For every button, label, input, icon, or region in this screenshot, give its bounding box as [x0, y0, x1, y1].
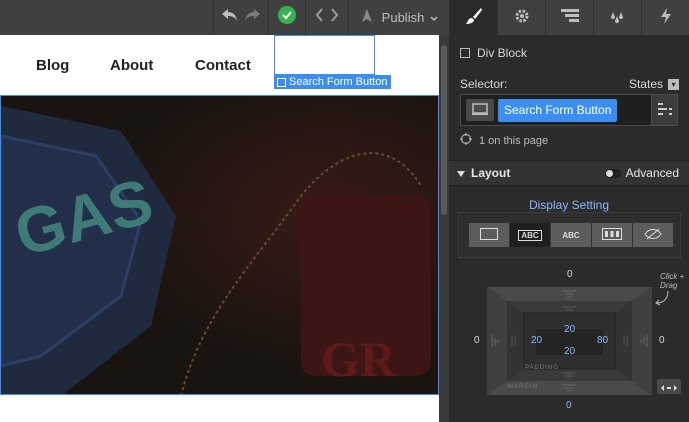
- drops-icon: [609, 9, 627, 26]
- tab-style-manager[interactable]: [593, 0, 641, 35]
- display-buttons: ABC ABC: [469, 223, 674, 247]
- nav-link-blog[interactable]: Blog: [36, 57, 69, 74]
- inline-icon: ABC: [562, 230, 580, 240]
- style-panel: Div Block Selector: States ▾ Search Form…: [449, 0, 689, 422]
- undo-redo-group: [213, 0, 268, 35]
- nav-link-contact[interactable]: Contact: [195, 57, 251, 74]
- dropdown-arrow-icon: ▾: [668, 78, 679, 90]
- design-canvas[interactable]: Blog About Contact Search Form Button GA…: [0, 35, 439, 422]
- padding-bottom-value[interactable]: 20: [564, 346, 575, 357]
- hero-background-image: GAS GR: [1, 96, 438, 394]
- on-page-count[interactable]: 1 on this page: [460, 133, 548, 148]
- layers-icon: [560, 9, 579, 26]
- code-brackets-icon: [315, 8, 339, 27]
- site-navbar: Blog About Contact Search Form Button: [0, 35, 439, 95]
- code-view-button[interactable]: [305, 0, 348, 35]
- margin-left-handle: [487, 287, 507, 395]
- advanced-label: Advanced: [625, 166, 679, 180]
- element-type-label: Div Block: [477, 46, 528, 60]
- padding-top-value[interactable]: 20: [564, 324, 575, 335]
- display-inline-block-button[interactable]: ABC: [510, 223, 551, 247]
- on-page-label: 1 on this page: [479, 134, 549, 147]
- tab-style[interactable]: [449, 0, 497, 35]
- scrollbar-thumb[interactable]: [441, 45, 447, 215]
- undo-icon[interactable]: [221, 8, 239, 27]
- panel-tabs: [449, 0, 689, 35]
- margin-top-value[interactable]: 0: [567, 269, 573, 280]
- caret-down-icon: [457, 166, 465, 180]
- publish-label: Publish: [381, 10, 425, 25]
- brush-icon: [465, 7, 483, 28]
- laptop-icon: [472, 102, 488, 118]
- flex-icon: [602, 228, 622, 242]
- padding-label: PADDING: [525, 365, 559, 371]
- check-circle-icon: [278, 6, 296, 29]
- display-none-button[interactable]: [633, 223, 674, 247]
- save-status[interactable]: [268, 0, 305, 35]
- click-drag-hint: Click + Drag: [660, 272, 685, 290]
- display-setting-text: Display Setting: [528, 198, 610, 213]
- display-block-button[interactable]: [469, 223, 510, 247]
- device-toggle-button[interactable]: [466, 99, 494, 121]
- redo-icon[interactable]: [243, 8, 261, 27]
- selector-label: Selector:: [460, 77, 508, 91]
- box-model-diagram: [487, 287, 652, 395]
- tab-navigator[interactable]: [545, 0, 593, 35]
- chevron-down-icon: [430, 10, 438, 25]
- layout-section-header[interactable]: Layout Advanced: [449, 160, 689, 186]
- expand-arrows-icon: [661, 380, 677, 394]
- nav-link-about[interactable]: About: [110, 57, 153, 74]
- list-menu-icon: [657, 102, 672, 118]
- selected-element-outline[interactable]: [274, 35, 375, 75]
- curved-arrow-icon: [654, 290, 670, 309]
- inline-block-icon: ABC: [518, 229, 542, 241]
- padding-right-value[interactable]: 80: [597, 335, 608, 346]
- target-icon: [460, 133, 472, 148]
- svg-text:GR: GR: [321, 331, 397, 387]
- selector-chip[interactable]: Search Form Button: [498, 99, 618, 122]
- rocket-icon: [360, 9, 374, 26]
- div-block-icon: [277, 77, 286, 87]
- gear-icon: [514, 8, 530, 27]
- margin-label: MARGIN: [508, 384, 538, 390]
- display-inline-button[interactable]: ABC: [551, 223, 592, 247]
- hero-image-section[interactable]: GAS GR: [0, 95, 439, 395]
- states-dropdown[interactable]: States ▾: [629, 77, 679, 91]
- div-block-icon: [460, 48, 470, 58]
- margin-bottom-value[interactable]: 0: [566, 400, 572, 411]
- tab-interactions[interactable]: [641, 0, 689, 35]
- selector-menu-button[interactable]: [651, 95, 677, 125]
- top-toolbar: Publish: [0, 0, 449, 35]
- designer-app: Publish Blog About Contact Search Form B…: [0, 0, 689, 422]
- eye-slash-icon: [644, 228, 662, 242]
- selected-element-tag: Search Form Button: [274, 75, 392, 89]
- element-type-row: Div Block: [460, 46, 527, 60]
- display-setting-label[interactable]: Display Setting: [449, 198, 689, 213]
- layout-title: Layout: [457, 166, 510, 180]
- advanced-toggle[interactable]: Advanced: [604, 166, 679, 180]
- canvas-scrollbar[interactable]: [439, 35, 449, 422]
- margin-left-value[interactable]: 0: [474, 335, 480, 346]
- layout-title-label: Layout: [471, 166, 511, 180]
- block-icon: [480, 228, 498, 242]
- states-label: States: [628, 77, 663, 91]
- display-flex-button[interactable]: [592, 223, 633, 247]
- selected-element-label: Search Form Button: [289, 76, 388, 88]
- margin-right-handle: [632, 287, 652, 395]
- expand-spacing-button[interactable]: [657, 379, 681, 394]
- padding-left-value[interactable]: 20: [531, 335, 542, 346]
- margin-right-value[interactable]: 0: [659, 335, 665, 346]
- selector-field[interactable]: Search Form Button: [460, 94, 678, 126]
- tab-settings[interactable]: [497, 0, 545, 35]
- lightning-icon: [660, 8, 672, 27]
- publish-button[interactable]: Publish: [348, 0, 449, 35]
- toggle-switch[interactable]: [604, 168, 621, 178]
- display-setting-box: ABC ABC: [458, 212, 681, 258]
